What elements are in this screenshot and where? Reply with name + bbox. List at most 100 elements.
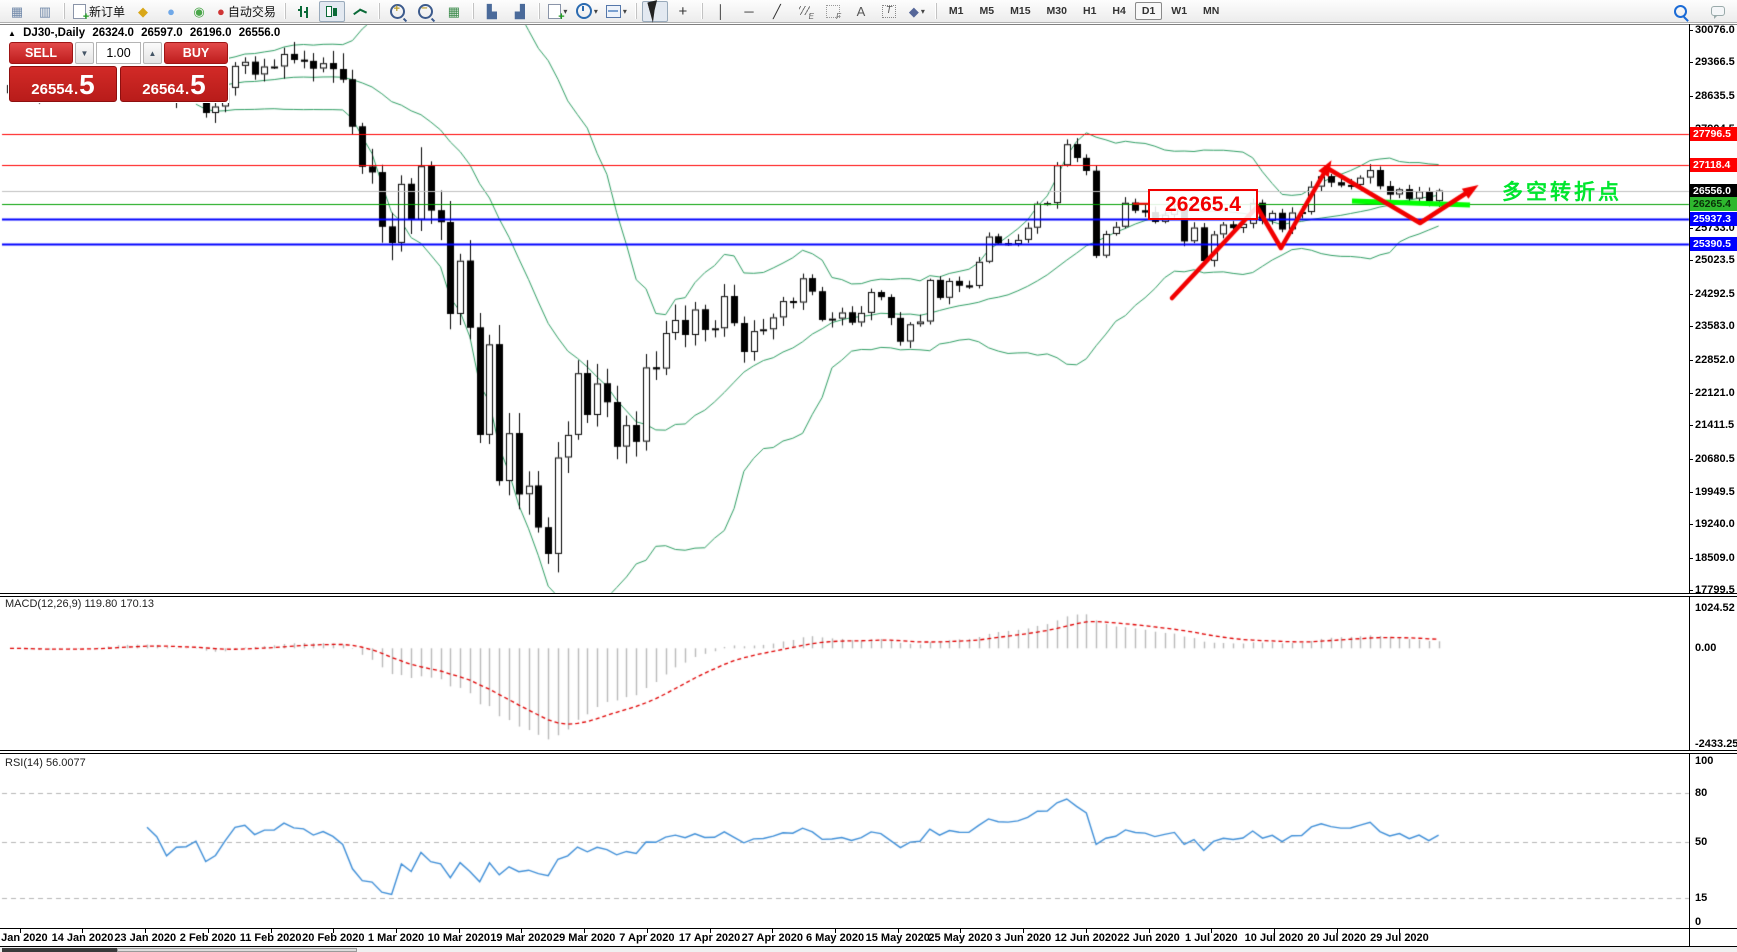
metaeditor-icon[interactable]: ◆ <box>130 1 156 22</box>
open-value: 26324.0 <box>92 27 134 39</box>
new-order-button-label: 新订单 <box>89 3 125 20</box>
sell-button[interactable]: SELL <box>9 42 73 64</box>
timeframe-mn-button[interactable]: MN <box>1196 2 1226 20</box>
sell-price-main: 26554 <box>31 82 73 97</box>
date-tick-label: 11 Feb 2020 <box>240 932 302 944</box>
shapes-tool-button[interactable]: ◆▾ <box>904 1 930 22</box>
auto-arrange-icon[interactable]: ▙ <box>479 1 505 22</box>
scrollbar-segment[interactable] <box>2 948 117 952</box>
new-order-button[interactable]: 新订单 <box>70 1 128 22</box>
zoom-out-button[interactable] <box>413 1 439 22</box>
new-chart-button[interactable]: ▾ <box>545 1 571 22</box>
rsi-tick-label: 15 <box>1695 892 1707 904</box>
date-tick-label: 27 Apr 2020 <box>742 932 803 944</box>
cursor-tool-button[interactable] <box>642 1 668 22</box>
rsi-tick-label: 50 <box>1695 836 1707 848</box>
zoom-in-button[interactable] <box>385 1 411 22</box>
tile-windows-icon[interactable]: ▦ <box>441 1 467 22</box>
timeframe-h1-button[interactable]: H1 <box>1076 2 1103 20</box>
low-value: 26196.0 <box>190 27 232 39</box>
price-tick-mark <box>1689 360 1693 361</box>
dropdown-caret-icon[interactable]: ▾ <box>594 7 598 16</box>
market-watch-icon[interactable]: ▦ <box>4 1 30 22</box>
price-tick-mark <box>1689 393 1693 394</box>
timeframe-m1-button[interactable]: M1 <box>942 2 971 20</box>
fibonacci-tool-icon <box>826 5 840 18</box>
bar-chart-type-icon <box>297 4 311 18</box>
price-tick-mark <box>1689 30 1693 31</box>
chart-canvas[interactable] <box>0 0 1737 952</box>
chart-profiles-icon[interactable]: ▥ <box>32 1 58 22</box>
macd-rsi-separator[interactable] <box>0 750 1737 754</box>
crosshair-tool-icon: + <box>679 4 688 19</box>
candlestick-type-button[interactable] <box>319 1 345 22</box>
date-tick-label: 20 Feb 2020 <box>302 932 364 944</box>
dropdown-caret-icon[interactable]: ▾ <box>623 7 627 16</box>
buy-button[interactable]: BUY <box>164 42 228 64</box>
timeframe-h4-button[interactable]: H4 <box>1105 2 1132 20</box>
sell-price-box[interactable]: 26554.5 <box>9 66 117 102</box>
templates-button[interactable]: ▾ <box>603 1 630 22</box>
price-tick-label: 23583.0 <box>1695 320 1735 332</box>
market-watch-icon: ▦ <box>11 5 23 18</box>
chat-icon[interactable] <box>1705 1 1731 22</box>
market-depth-icon[interactable]: ● <box>158 1 184 22</box>
time-axis-border <box>0 928 1737 929</box>
main-macd-separator[interactable] <box>0 593 1737 597</box>
shapes-tool-icon: ◆ <box>909 5 919 18</box>
scrollbar-thumb[interactable] <box>117 948 357 952</box>
timeframe-m15-button[interactable]: M15 <box>1003 2 1037 20</box>
label-tool-button[interactable] <box>876 1 902 22</box>
macd-tick-label: 0.00 <box>1695 642 1716 654</box>
horizontal-scrollbar[interactable] <box>0 946 1737 952</box>
sep2 <box>284 3 286 19</box>
bull-bear-turning-point-note[interactable]: 多空转折点 <box>1502 176 1622 206</box>
price-tick-label: 19949.5 <box>1695 486 1735 498</box>
search-icon[interactable] <box>1667 1 1693 22</box>
high-value: 26597.0 <box>141 27 183 39</box>
crosshair-tool-button[interactable]: + <box>670 1 696 22</box>
sell-price-big-digit: 5 <box>79 71 95 99</box>
vline-tool-button[interactable]: │ <box>708 1 734 22</box>
autotrading-button[interactable]: ●自动交易 <box>214 1 279 22</box>
trendline-tool-button[interactable]: ╱ <box>764 1 790 22</box>
chart-top-border <box>0 24 1737 25</box>
signals-icon[interactable]: ◉ <box>186 1 212 22</box>
price-tick-mark <box>1689 96 1693 97</box>
panel-collapse-icon[interactable]: ▲ <box>8 29 16 38</box>
line-chart-type-button[interactable] <box>347 1 373 22</box>
tile-windows-icon: ▦ <box>448 5 460 18</box>
buy-price-box[interactable]: 26564.5 <box>120 66 228 102</box>
price-tick-label: 22852.0 <box>1695 354 1735 366</box>
volume-input[interactable] <box>96 42 141 64</box>
equidistant-channel-tool-button[interactable] <box>792 1 818 22</box>
volume-decrease-button[interactable]: ▼ <box>75 42 94 64</box>
templates-icon <box>606 5 621 18</box>
bar-chart-type-button[interactable] <box>291 1 317 22</box>
chat-icon <box>1711 6 1725 16</box>
price-annotation-box[interactable]: 26265.4 <box>1148 189 1258 220</box>
macd-pane-label: MACD(12,26,9) 119.80 170.13 <box>5 598 154 610</box>
price-tick-mark <box>1689 425 1693 426</box>
fibonacci-tool-button[interactable] <box>820 1 846 22</box>
date-tick-label: 5 Jan 2020 <box>0 932 48 944</box>
timeframe-m30-button[interactable]: M30 <box>1040 2 1074 20</box>
rsi-pane-label: RSI(14) 56.0077 <box>5 757 86 769</box>
timeframe-m5-button[interactable]: M5 <box>973 2 1002 20</box>
dropdown-caret-icon[interactable]: ▾ <box>921 7 925 16</box>
chart-shift-icon[interactable]: ▟ <box>507 1 533 22</box>
volume-increase-button[interactable]: ▲ <box>143 42 162 64</box>
text-tool-button[interactable]: A <box>848 1 874 22</box>
sell-price-dot: . <box>74 82 78 97</box>
market-depth-icon: ● <box>167 5 175 18</box>
sep8 <box>935 3 937 19</box>
zoom-out-icon <box>418 4 433 19</box>
date-tick-label: 6 May 2020 <box>806 932 864 944</box>
periods-button[interactable]: ▾ <box>573 1 601 22</box>
hline-tool-button[interactable]: ─ <box>736 1 762 22</box>
timeframe-w1-button[interactable]: W1 <box>1164 2 1194 20</box>
timeframe-d1-button[interactable]: D1 <box>1135 2 1162 20</box>
chart-profiles-icon: ▥ <box>39 5 51 18</box>
price-level-badge: 26265.4 <box>1690 197 1737 211</box>
price-tick-label: 19240.0 <box>1695 518 1735 530</box>
